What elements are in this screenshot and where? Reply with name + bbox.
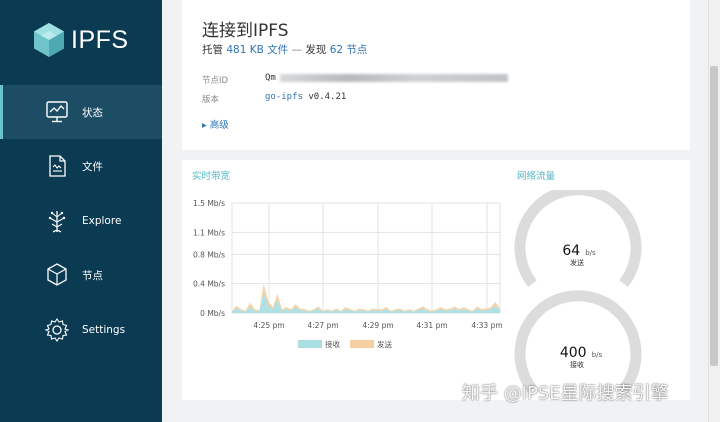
sidebar: IPFS 状态 文件 Explore 节点 Settings <box>0 0 162 422</box>
receive-gauge-label: 接收 <box>570 361 584 369</box>
bandwidth-title: 实时带宽 <box>192 171 231 182</box>
receive-rate: 400 <box>559 345 587 361</box>
chart-x-tick-label: 4:31 pm <box>416 321 447 330</box>
nav-item-status[interactable]: 状态 <box>0 85 162 139</box>
send-gauge-label: 发送 <box>570 259 584 267</box>
nav-label-status: 状态 <box>82 106 103 119</box>
files-icon <box>49 155 66 177</box>
nav-item-files[interactable]: 文件 <box>0 139 162 193</box>
version-label: 版本 <box>202 95 220 105</box>
chart-x-tick-label: 4:29 pm <box>362 321 393 330</box>
send-rate-unit: b/s <box>585 249 596 257</box>
receive-rate-unit: b/s <box>591 351 603 359</box>
nav-item-peers[interactable]: 节点 <box>0 248 162 302</box>
settings-gear-icon <box>44 318 70 342</box>
page-title: 连接到IPFS <box>202 21 289 41</box>
chart-x-tick-label: 4:27 pm <box>307 321 338 330</box>
legend-label-receive: 接收 <box>325 340 340 349</box>
discover-prefix: 发现 <box>305 44 327 56</box>
hosting-size-link[interactable]: 481 KB 文件 <box>226 44 288 56</box>
watermark-text: 知乎 @IPSE星际搜索引擎 <box>462 383 669 404</box>
logo-text: IPFS <box>71 25 129 54</box>
chart-y-tick-label: 0.4 Mb/s <box>193 280 225 289</box>
hosting-prefix: 托管 <box>202 44 223 56</box>
traffic-gauges <box>514 190 642 393</box>
node-id-label: 节点ID <box>202 76 229 86</box>
status-summary: 托管 481 KB 文件 — 发现 62 节点 <box>202 42 367 57</box>
version-number: v0.4.21 <box>308 92 347 102</box>
advanced-toggle[interactable]: ▸ 高级 <box>202 117 229 131</box>
nav-item-explore[interactable]: Explore <box>0 194 162 248</box>
peers-count-link[interactable]: 62 节点 <box>330 44 368 56</box>
receive-gauge-value: 400 b/s <box>546 342 616 361</box>
chart-series-send-area <box>232 283 500 312</box>
chart-y-tick-label: 1.1 Mb/s <box>193 228 225 237</box>
nav-label-settings: Settings <box>82 324 126 336</box>
bandwidth-chart: 0 Mb/s 0.4 Mb/s 0.8 Mb/s 1.1 Mb/s 1.5 Mb/s 4:… <box>193 199 503 330</box>
node-id-value: Qm <box>265 73 508 83</box>
node-id-redacted <box>279 73 508 82</box>
legend-swatch-send <box>350 340 374 348</box>
node-id-text: Qm <box>265 73 276 83</box>
scrollbar-thumb[interactable] <box>710 66 718 366</box>
traffic-title: 网络流量 <box>517 171 556 182</box>
version-name-link[interactable]: go-ipfs <box>265 92 303 102</box>
send-gauge-ring <box>514 190 642 287</box>
send-gauge-value: 64 b/s <box>548 240 610 259</box>
legend-label-send: 发送 <box>377 340 392 349</box>
summary-separator: — <box>291 44 303 56</box>
chart-y-tick-label: 0.8 Mb/s <box>193 250 225 259</box>
legend-swatch-receive <box>298 340 322 348</box>
nav-label-files: 文件 <box>82 160 103 173</box>
chart-y-tick-label: 0 Mb/s <box>200 309 225 318</box>
nav-item-settings[interactable]: Settings <box>0 303 162 357</box>
chart-x-tick-label: 4:33 pm <box>471 321 502 330</box>
chart-y-tick-label: 1.5 Mb/s <box>193 199 225 208</box>
version-value: go-ipfs v0.4.21 <box>265 92 346 102</box>
peers-cube-icon <box>47 263 67 286</box>
ipfs-cube-logo-icon <box>34 23 64 57</box>
chart-x-tick-label: 4:25 pm <box>253 321 284 330</box>
nav-label-peers: 节点 <box>82 269 103 282</box>
explore-tree-icon <box>48 211 66 233</box>
status-monitor-icon <box>46 101 68 123</box>
nav-label-explore: Explore <box>82 215 122 227</box>
send-rate: 64 <box>562 243 581 259</box>
ipfs-logo[interactable]: IPFS <box>32 22 129 58</box>
